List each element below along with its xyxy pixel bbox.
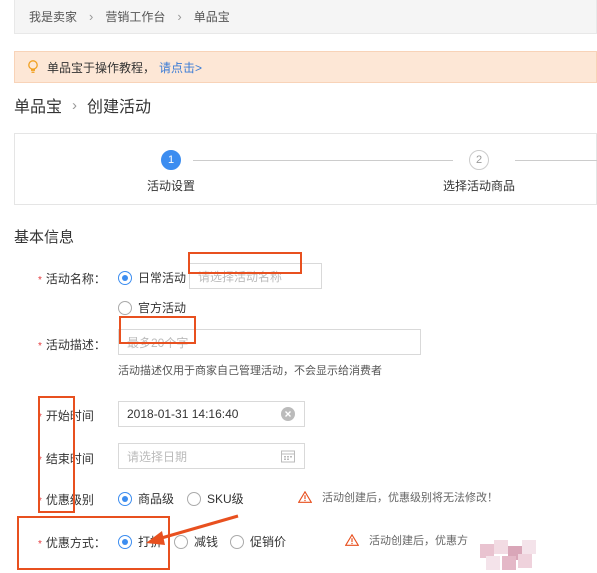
method-warning: 活动创建后，优惠方 <box>345 532 468 548</box>
radio-label: 日常活动 <box>138 271 187 285</box>
radio-product-level[interactable]: 商品级 <box>118 490 174 507</box>
warning-icon <box>298 491 312 503</box>
activity-name-select[interactable]: 请选择活动名称 <box>189 263 322 289</box>
step-label: 活动设置 <box>146 179 195 193</box>
step-select-products: 2 选择活动商品 <box>439 150 519 194</box>
section-title: 基本信息 <box>14 229 75 246</box>
required-mark: * <box>38 275 42 286</box>
blurred-watermark <box>480 540 536 570</box>
calendar-icon[interactable] <box>281 450 295 463</box>
step-label: 选择活动商品 <box>442 179 515 193</box>
chevron-right-icon: › <box>72 96 78 114</box>
tutorial-link[interactable]: 请点击> <box>159 59 202 76</box>
radio-indicator <box>118 491 132 506</box>
step-progress: 1 活动设置 2 选择活动商品 <box>14 133 597 205</box>
start-time-label: * 开始时间 <box>38 409 94 423</box>
activity-desc-hint: 活动描述仅用于商家自己管理活动，不会显示给消费者 <box>118 365 382 377</box>
radio-official-activity[interactable]: 官方活动 <box>118 299 186 316</box>
breadcrumb-item-seller[interactable]: 我是卖家 <box>29 8 77 25</box>
required-mark: * <box>38 412 42 423</box>
radio-indicator <box>118 270 132 285</box>
required-mark: * <box>38 341 42 352</box>
tip-text: 单品宝于操作教程， <box>47 60 156 75</box>
end-time-input[interactable]: 请选择日期 <box>118 443 305 469</box>
radio-label: 促销价 <box>250 535 287 549</box>
required-mark: * <box>38 539 42 550</box>
required-mark: * <box>38 496 42 507</box>
level-warning: 活动创建后，优惠级别将无法修改！ <box>298 489 498 505</box>
page-title: 单品宝 › 创建活动 <box>14 93 151 117</box>
level-warning-text: 活动创建后，优惠级别将无法修改！ <box>322 492 498 504</box>
end-time-placeholder: 请选择日期 <box>127 449 188 464</box>
radio-sku-level[interactable]: SKU级 <box>187 490 244 507</box>
lightbulb-icon <box>28 60 38 73</box>
discount-level-label: * 优惠级别 <box>38 493 94 507</box>
tutorial-tip: 单品宝于操作教程， 请点击> <box>14 51 597 83</box>
page-title-current: 创建活动 <box>87 99 152 116</box>
start-time-input[interactable]: 2018-01-31 14:16:40 <box>118 401 305 427</box>
step-connector <box>515 160 597 161</box>
chevron-right-icon: › <box>89 9 94 24</box>
discount-method-label: * 优惠方式： <box>38 536 106 550</box>
end-time-label: * 结束时间 <box>38 452 94 466</box>
step-number: 1 <box>161 150 181 170</box>
breadcrumb-item-marketing[interactable]: 营销工作台 <box>105 8 165 25</box>
radio-indicator <box>118 300 132 315</box>
radio-indicator <box>187 491 201 506</box>
page-title-parent[interactable]: 单品宝 <box>14 93 62 117</box>
arrow-annotation <box>146 514 239 545</box>
breadcrumb-item-product[interactable]: 单品宝 <box>194 8 230 25</box>
warning-icon <box>345 534 359 546</box>
radio-label: SKU级 <box>207 492 244 506</box>
activity-desc-input[interactable]: 最多20个字 <box>118 329 421 355</box>
radio-label: 官方活动 <box>138 301 187 315</box>
activity-desc-placeholder: 最多20个字 <box>127 335 189 350</box>
radio-indicator <box>118 534 132 549</box>
radio-label: 商品级 <box>138 492 175 506</box>
radio-daily-activity[interactable]: 日常活动 <box>118 269 186 286</box>
step-number: 2 <box>469 150 489 170</box>
activity-name-placeholder: 请选择活动名称 <box>198 269 283 284</box>
clear-icon[interactable] <box>281 407 295 421</box>
activity-desc-label: * 活动描述： <box>38 338 106 352</box>
method-warning-text: 活动创建后，优惠方 <box>369 535 468 547</box>
chevron-right-icon: › <box>177 9 182 24</box>
activity-name-label: * 活动名称： <box>38 272 106 286</box>
breadcrumb: 我是卖家 › 营销工作台 › 单品宝 <box>14 0 597 34</box>
step-activity-settings: 1 活动设置 <box>141 150 201 194</box>
required-mark: * <box>38 455 42 466</box>
step-connector <box>193 160 453 161</box>
start-time-value: 2018-01-31 14:16:40 <box>127 407 239 421</box>
